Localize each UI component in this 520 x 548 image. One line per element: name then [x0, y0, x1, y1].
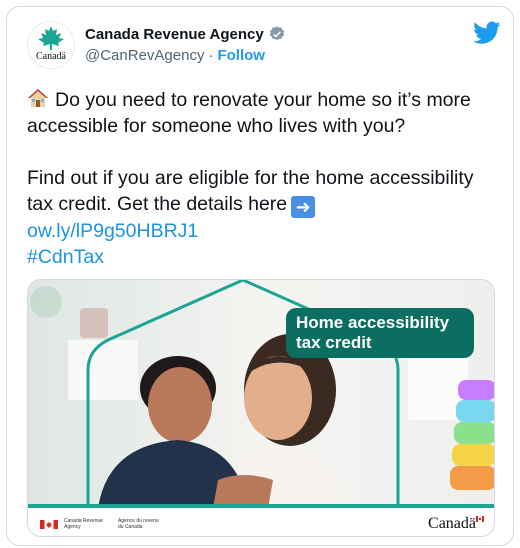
tweet-card[interactable]: Canadä Canada Revenue Agency @CanRevAgen…: [6, 6, 514, 546]
verified-badge-icon: [269, 26, 284, 41]
name-row: Canada Revenue Agency: [85, 25, 286, 43]
tweet-link[interactable]: ow.ly/lP9g50HBRJ1: [27, 218, 501, 244]
government-footer: Canada Revenue Agency Agence du revenu d…: [28, 508, 494, 536]
tweet-paragraph-2: Find out if you are eligible for the hom…: [27, 165, 501, 218]
wordmark-flag-icon: [476, 516, 484, 522]
badge-line-1: Home accessibility: [296, 313, 450, 332]
avatar-wordmark: Canadä: [36, 51, 66, 62]
display-name[interactable]: Canada Revenue Agency: [85, 26, 264, 43]
right-arrow-emoji-icon: ➜: [291, 196, 316, 218]
tweet-line-2: Find out if you are eligible for the hom…: [27, 167, 474, 215]
tweet-line-1: Do you need to renovate your home so it’…: [27, 89, 471, 137]
hashtag-link[interactable]: #CdnTax: [27, 244, 501, 270]
tweet-media-image[interactable]: Home accessibility tax credit Canada Rev…: [27, 279, 495, 537]
tweet-text: Do you need to renovate your home so it’…: [27, 87, 501, 270]
home-accessibility-badge: Home accessibility tax credit: [286, 308, 474, 358]
separator-dot: ·: [208, 47, 214, 64]
agency-fr-line-2: du Canada: [118, 524, 143, 530]
maple-leaf-icon: [38, 26, 64, 50]
canada-wordmark-text: Canadä: [428, 515, 476, 532]
canada-wordmark: Canadä: [428, 515, 484, 533]
agency-name-english: Canada Revenue Agency: [64, 518, 108, 530]
tweet-paragraph-1: Do you need to renovate your home so it’…: [27, 87, 501, 139]
agency-en-line-2: Agency: [64, 524, 81, 530]
follow-button[interactable]: Follow: [217, 47, 265, 64]
handle-row: @CanRevAgency · Follow: [85, 47, 265, 64]
agency-name-french: Agence du revenu du Canada: [118, 518, 168, 530]
twitter-bird-icon[interactable]: [473, 21, 501, 45]
canada-flag-icon: [40, 520, 58, 529]
account-avatar[interactable]: Canadä: [27, 21, 75, 69]
account-handle[interactable]: @CanRevAgency: [85, 47, 204, 64]
tweet-header: Canadä Canada Revenue Agency @CanRevAgen…: [27, 21, 501, 77]
house-emoji-icon: [28, 89, 48, 107]
badge-line-2: tax credit: [296, 333, 372, 352]
